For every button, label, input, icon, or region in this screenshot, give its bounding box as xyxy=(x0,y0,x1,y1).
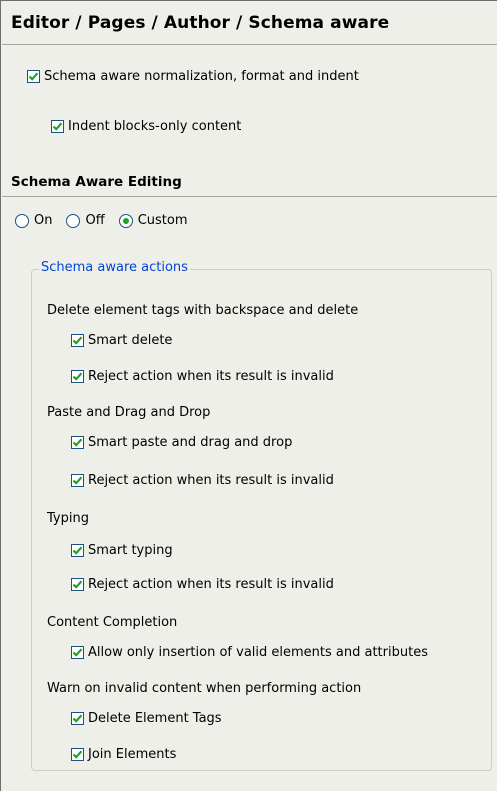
indent-blocks-label: Indent blocks-only content xyxy=(68,119,242,134)
checkmark-icon xyxy=(72,750,83,759)
preferences-page: Editor / Pages / Author / Schema aware S… xyxy=(0,0,497,791)
delete-element-tags-checkbox[interactable] xyxy=(71,712,84,725)
editing-mode-radio-group: On Off Custom xyxy=(15,213,202,228)
smart-typing-checkbox[interactable] xyxy=(71,544,84,557)
radio-custom[interactable]: Custom xyxy=(118,213,188,228)
checkmark-icon xyxy=(72,580,83,589)
join-elements-label: Join Elements xyxy=(88,747,177,762)
radio-on-button[interactable] xyxy=(15,213,29,228)
reject-typing-option[interactable]: Reject action when its result is invalid xyxy=(71,577,334,592)
section-heading: Schema Aware Editing xyxy=(11,174,182,190)
reject-paste-option[interactable]: Reject action when its result is invalid xyxy=(71,473,334,488)
indent-blocks-option[interactable]: Indent blocks-only content xyxy=(51,119,241,134)
radio-off-label: Off xyxy=(85,213,105,228)
group-label-typing: Typing xyxy=(47,511,89,526)
group-label-completion: Content Completion xyxy=(47,615,178,630)
smart-paste-checkbox[interactable] xyxy=(71,436,84,449)
reject-delete-option[interactable]: Reject action when its result is invalid xyxy=(71,369,334,384)
delete-element-tags-label: Delete Element Tags xyxy=(88,711,222,726)
radio-on[interactable]: On xyxy=(15,213,52,228)
checkmark-icon xyxy=(72,438,83,447)
valid-insertion-checkbox[interactable] xyxy=(71,646,84,659)
join-elements-checkbox[interactable] xyxy=(71,748,84,761)
checkmark-icon xyxy=(72,476,83,485)
reject-typing-checkbox[interactable] xyxy=(71,578,84,591)
reject-delete-checkbox[interactable] xyxy=(71,370,84,383)
checkmark-icon xyxy=(72,336,83,345)
checkmark-icon xyxy=(72,648,83,657)
checkmark-icon xyxy=(52,122,63,131)
page-title: Editor / Pages / Author / Schema aware xyxy=(11,13,390,33)
smart-typing-label: Smart typing xyxy=(88,543,173,558)
smart-paste-label: Smart paste and drag and drop xyxy=(88,435,293,450)
title-divider xyxy=(2,44,497,45)
delete-element-tags-option[interactable]: Delete Element Tags xyxy=(71,711,222,726)
smart-paste-option[interactable]: Smart paste and drag and drop xyxy=(71,435,292,450)
smart-typing-option[interactable]: Smart typing xyxy=(71,543,173,558)
checkmark-icon xyxy=(72,714,83,723)
normalization-option[interactable]: Schema aware normalization, format and i… xyxy=(27,69,359,84)
reject-paste-label: Reject action when its result is invalid xyxy=(88,473,334,488)
normalization-label: Schema aware normalization, format and i… xyxy=(44,69,359,84)
radio-off[interactable]: Off xyxy=(66,213,105,228)
valid-insertion-label: Allow only insertion of valid elements a… xyxy=(88,645,428,660)
indent-blocks-checkbox[interactable] xyxy=(51,120,64,133)
group-label-paste: Paste and Drag and Drop xyxy=(47,405,211,420)
valid-insertion-option[interactable]: Allow only insertion of valid elements a… xyxy=(71,645,428,660)
smart-delete-checkbox[interactable] xyxy=(71,334,84,347)
radio-off-button[interactable] xyxy=(66,213,81,228)
group-label-warn: Warn on invalid content when performing … xyxy=(47,681,362,696)
smart-delete-option[interactable]: Smart delete xyxy=(71,333,172,348)
group-label-delete: Delete element tags with backspace and d… xyxy=(47,303,359,318)
normalization-checkbox[interactable] xyxy=(27,70,40,83)
radio-custom-label: Custom xyxy=(137,213,188,228)
checkmark-icon xyxy=(72,372,83,381)
radio-on-label: On xyxy=(34,213,53,228)
reject-delete-label: Reject action when its result is invalid xyxy=(88,369,334,384)
smart-delete-label: Smart delete xyxy=(88,333,173,348)
checkmark-icon xyxy=(72,546,83,555)
radio-custom-button[interactable] xyxy=(118,213,133,228)
checkmark-icon xyxy=(28,72,39,81)
join-elements-option[interactable]: Join Elements xyxy=(71,747,176,762)
section-divider xyxy=(2,196,497,197)
reject-typing-label: Reject action when its result is invalid xyxy=(88,577,334,592)
radio-dot-icon xyxy=(122,217,129,224)
reject-paste-checkbox[interactable] xyxy=(71,474,84,487)
schema-actions-legend: Schema aware actions xyxy=(39,260,190,275)
